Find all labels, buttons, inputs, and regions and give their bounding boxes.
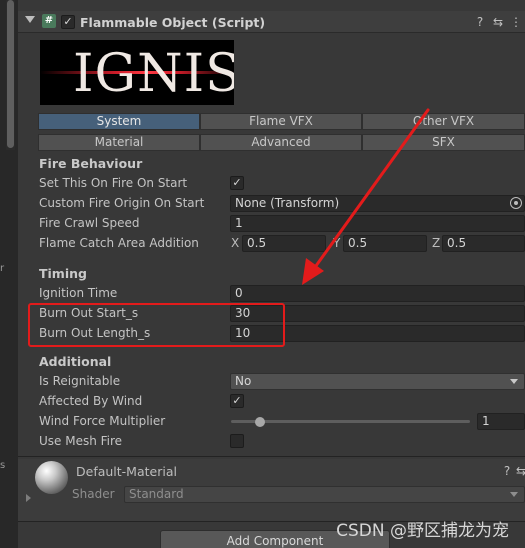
reignitable-value: No [235,374,252,388]
logo-text: IGNIS [73,44,234,104]
fire-origin-label: Custom Fire Origin On Start [39,196,205,210]
gutter-mark: r [0,263,5,274]
affected-by-wind-checkbox[interactable]: ✓ [230,394,244,408]
foldout-arrow-icon[interactable] [26,494,31,502]
ignition-time-label: Ignition Time [39,286,118,300]
help-icon[interactable]: ? [500,464,514,478]
tab-sfx[interactable]: SFX [362,134,525,151]
flame-catch-label: Flame Catch Area Addition [39,236,199,250]
tab-advanced[interactable]: Advanced [200,134,362,151]
tab-flame-vfx[interactable]: Flame VFX [200,113,362,130]
chevron-down-icon [510,379,518,384]
shader-value: Standard [129,487,184,501]
wind-force-slider-track[interactable] [231,420,470,423]
flame-catch-y-field[interactable]: 0.5 [343,235,427,252]
chevron-down-icon [510,492,518,497]
section-additional: Additional [39,354,112,369]
z-axis-label: Z [432,236,441,250]
tab-system[interactable]: System [38,113,200,130]
presets-icon[interactable]: ⇆ [491,15,505,29]
component-enabled-checkbox[interactable]: ✓ [61,15,75,29]
fire-origin-field[interactable]: None (Transform) [230,195,525,212]
ignis-logo: IGNIS [40,40,234,105]
component-title: Flammable Object (Script) [80,15,266,30]
fire-crawl-label: Fire Crawl Speed [39,216,140,230]
foldout-arrow-icon[interactable] [25,16,35,23]
help-icon[interactable]: ? [473,15,487,29]
set-on-fire-label: Set This On Fire On Start [39,176,188,190]
shader-dropdown[interactable]: Standard [124,486,525,503]
divider [18,456,525,457]
material-name: Default-Material [76,464,177,479]
gutter-mark: s [0,460,6,471]
wind-force-field[interactable]: 1 [477,413,525,430]
fire-crawl-field[interactable]: 1 [230,215,525,232]
context-menu-icon[interactable]: ⋮ [509,15,523,29]
highlight-box [28,303,285,347]
wind-force-label: Wind Force Multiplier [39,414,166,428]
set-on-fire-checkbox[interactable]: ✓ [230,176,244,190]
affected-by-wind-label: Affected By Wind [39,394,143,408]
x-axis-label: X [231,236,240,250]
script-icon: # [42,14,56,28]
y-axis-label: Y [333,236,341,250]
material-preview-sphere[interactable] [35,461,68,494]
presets-icon[interactable]: ⇆ [516,464,525,478]
tab-other-vfx[interactable]: Other VFX [362,113,525,130]
reignitable-dropdown[interactable]: No [230,373,525,390]
flame-catch-x-field[interactable]: 0.5 [242,235,326,252]
use-mesh-fire-label: Use Mesh Fire [39,434,123,448]
arrow-head [302,258,324,285]
section-fire-behaviour: Fire Behaviour [39,156,143,171]
section-timing: Timing [39,266,87,281]
wind-force-slider-handle[interactable] [254,417,265,427]
watermark: CSDN @野区捕龙为宠 [336,521,509,541]
scrollbar-thumb[interactable] [7,0,14,148]
use-mesh-fire-checkbox[interactable] [230,434,244,448]
shader-label: Shader [72,487,115,501]
reignitable-label: Is Reignitable [39,374,121,388]
tab-material[interactable]: Material [38,134,200,151]
object-picker-icon[interactable] [510,197,522,209]
ignition-time-field[interactable]: 0 [230,285,525,302]
flame-catch-z-field[interactable]: 0.5 [442,235,525,252]
